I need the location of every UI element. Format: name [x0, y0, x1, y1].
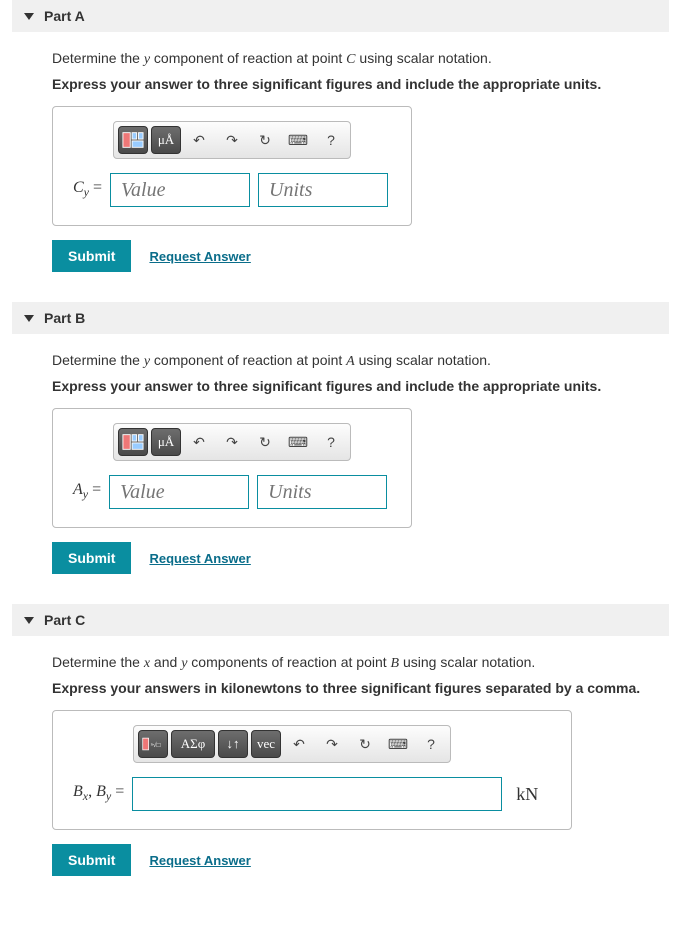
subscript-superscript-button[interactable]: ↓↑ [218, 730, 248, 758]
part-b-toolbar: μÅ ↶ ↷ ↻ ⌨ ? [113, 423, 351, 461]
mu-angstrom-button[interactable]: μÅ [151, 428, 181, 456]
part-a: Part A Determine the y component of reac… [12, 0, 669, 272]
part-c-answer-row: Bx, By= kN [73, 777, 551, 811]
templates-icon[interactable] [118, 126, 148, 154]
part-b-answer-box: μÅ ↶ ↷ ↻ ⌨ ? Ay= [52, 408, 412, 528]
part-c-instruction: Express your answers in kilonewtons to t… [52, 680, 669, 696]
reset-icon[interactable]: ↻ [350, 730, 380, 758]
part-a-answer-box: μÅ ↶ ↷ ↻ ⌨ ? Cy= [52, 106, 412, 226]
part-b-submit-button[interactable]: Submit [52, 542, 131, 574]
part-a-value-input[interactable] [110, 173, 250, 207]
part-a-actions: Submit Request Answer [52, 240, 669, 272]
part-c-title: Part C [44, 612, 85, 628]
help-icon[interactable]: ? [416, 730, 446, 758]
part-c-actions: Submit Request Answer [52, 844, 669, 876]
part-a-body: Determine the y component of reaction at… [12, 32, 669, 272]
caret-down-icon [24, 13, 34, 20]
help-icon[interactable]: ? [316, 428, 346, 456]
part-a-instruction: Express your answer to three significant… [52, 76, 669, 92]
part-a-request-answer-link[interactable]: Request Answer [149, 249, 250, 264]
part-a-submit-button[interactable]: Submit [52, 240, 131, 272]
part-b: Part B Determine the y component of reac… [12, 302, 669, 574]
part-a-title: Part A [44, 8, 85, 24]
part-c-body: Determine the x and y components of reac… [12, 636, 669, 876]
part-b-units-input[interactable] [257, 475, 387, 509]
keyboard-icon[interactable]: ⌨ [283, 126, 313, 154]
part-b-value-input[interactable] [109, 475, 249, 509]
part-b-answer-row: Ay= [73, 475, 391, 509]
keyboard-icon[interactable]: ⌨ [383, 730, 413, 758]
part-b-prompt: Determine the y component of reaction at… [52, 352, 669, 370]
part-b-actions: Submit Request Answer [52, 542, 669, 574]
part-a-lhs: Cy= [73, 179, 102, 200]
part-a-header[interactable]: Part A [12, 0, 669, 32]
undo-icon[interactable]: ↶ [184, 428, 214, 456]
part-a-units-input[interactable] [258, 173, 388, 207]
redo-icon[interactable]: ↷ [217, 126, 247, 154]
part-c-answer-box: ⁿ√□ ΑΣφ ↓↑ vec ↶ ↷ ↻ ⌨ ? Bx, By= kN [52, 710, 572, 830]
part-c: Part C Determine the x and y components … [12, 604, 669, 876]
part-a-toolbar: μÅ ↶ ↷ ↻ ⌨ ? [113, 121, 351, 159]
part-b-instruction: Express your answer to three significant… [52, 378, 669, 394]
svg-text:ⁿ√□: ⁿ√□ [151, 741, 161, 749]
part-b-lhs: Ay= [73, 481, 101, 502]
help-icon[interactable]: ? [316, 126, 346, 154]
part-c-toolbar: ⁿ√□ ΑΣφ ↓↑ vec ↶ ↷ ↻ ⌨ ? [133, 725, 451, 763]
part-c-lhs: Bx, By= [73, 783, 124, 804]
caret-down-icon [24, 617, 34, 624]
templates-icon[interactable]: ⁿ√□ [138, 730, 168, 758]
part-b-body: Determine the y component of reaction at… [12, 334, 669, 574]
vec-button[interactable]: vec [251, 730, 281, 758]
part-c-header[interactable]: Part C [12, 604, 669, 636]
part-c-unit-label: kN [516, 784, 538, 805]
part-b-request-answer-link[interactable]: Request Answer [149, 551, 250, 566]
mu-angstrom-button[interactable]: μÅ [151, 126, 181, 154]
undo-icon[interactable]: ↶ [284, 730, 314, 758]
keyboard-icon[interactable]: ⌨ [283, 428, 313, 456]
greek-symbols-button[interactable]: ΑΣφ [171, 730, 215, 758]
templates-icon[interactable] [118, 428, 148, 456]
part-c-prompt: Determine the x and y components of reac… [52, 654, 669, 672]
undo-icon[interactable]: ↶ [184, 126, 214, 154]
part-c-request-answer-link[interactable]: Request Answer [149, 853, 250, 868]
reset-icon[interactable]: ↻ [250, 126, 280, 154]
part-a-answer-row: Cy= [73, 173, 391, 207]
part-c-value-input[interactable] [132, 777, 502, 811]
part-c-submit-button[interactable]: Submit [52, 844, 131, 876]
part-b-header[interactable]: Part B [12, 302, 669, 334]
redo-icon[interactable]: ↷ [317, 730, 347, 758]
redo-icon[interactable]: ↷ [217, 428, 247, 456]
reset-icon[interactable]: ↻ [250, 428, 280, 456]
part-b-title: Part B [44, 310, 85, 326]
caret-down-icon [24, 315, 34, 322]
part-a-prompt: Determine the y component of reaction at… [52, 50, 669, 68]
